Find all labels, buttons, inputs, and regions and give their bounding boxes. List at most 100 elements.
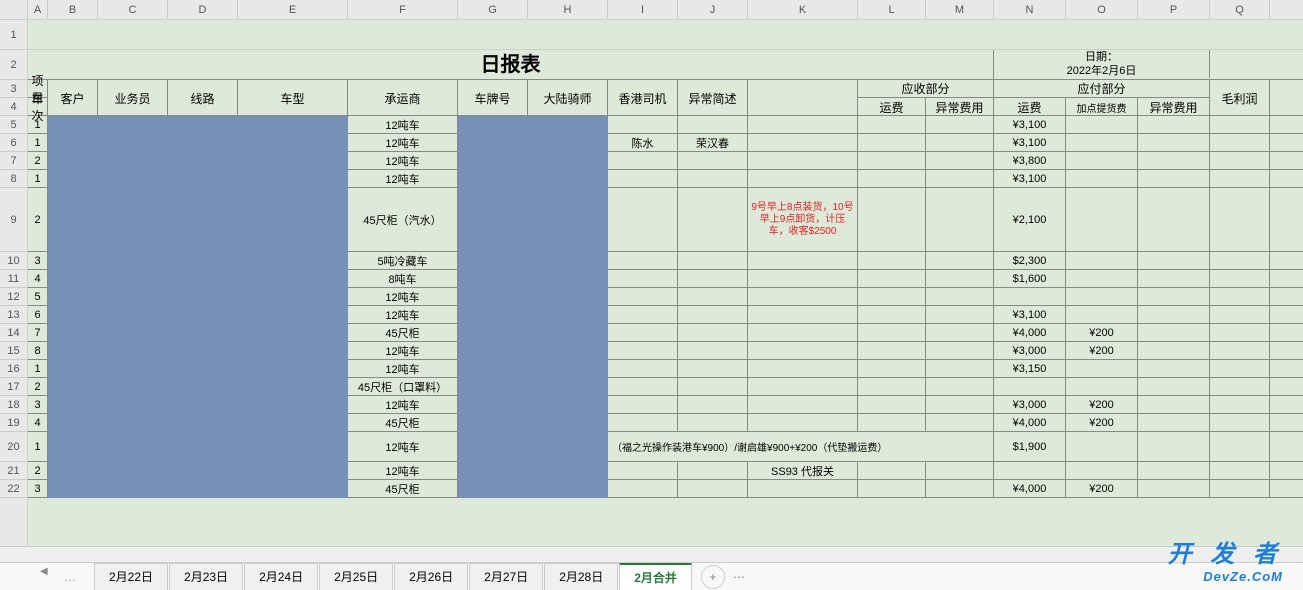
cell[interactable] — [1138, 134, 1210, 151]
cell[interactable] — [608, 414, 678, 431]
cell[interactable] — [608, 270, 678, 287]
cell[interactable] — [1138, 306, 1210, 323]
cell[interactable]: 12吨车 — [348, 134, 458, 151]
cell[interactable]: 2 — [28, 378, 48, 395]
cell[interactable] — [608, 306, 678, 323]
cell[interactable]: 8吨车 — [348, 270, 458, 287]
cell[interactable] — [748, 480, 858, 497]
sheet-tab[interactable]: 2月22日 — [94, 563, 168, 590]
cell[interactable] — [1210, 306, 1270, 323]
cell[interactable]: 5 — [28, 288, 48, 305]
row-header-4[interactable]: 4 — [0, 98, 27, 116]
cell[interactable]: ¥4,000 — [994, 480, 1066, 497]
cell[interactable] — [1138, 288, 1210, 305]
cell[interactable] — [748, 116, 858, 133]
cell[interactable] — [1210, 270, 1270, 287]
row-header-13[interactable]: 13 — [0, 306, 27, 324]
cell[interactable] — [858, 306, 926, 323]
h-plate[interactable]: 车牌号 — [458, 80, 528, 116]
h-profit[interactable]: 毛利润 — [1210, 80, 1270, 116]
cell[interactable] — [858, 462, 926, 479]
cell[interactable] — [858, 170, 926, 187]
cell[interactable] — [1066, 378, 1138, 395]
cell[interactable] — [926, 170, 994, 187]
cell[interactable] — [678, 152, 748, 169]
col-header-O[interactable]: O — [1066, 0, 1138, 19]
cell[interactable]: ¥3,100 — [994, 306, 1066, 323]
cell[interactable] — [858, 188, 926, 251]
cell[interactable]: 2 — [28, 462, 48, 479]
cell[interactable] — [994, 378, 1066, 395]
h-rec-freight[interactable]: 运费 — [858, 98, 926, 116]
cell[interactable] — [748, 306, 858, 323]
cell[interactable] — [926, 188, 994, 251]
cell[interactable] — [858, 134, 926, 151]
row-1[interactable] — [28, 20, 1303, 50]
col-header-D[interactable]: D — [168, 0, 238, 19]
cell[interactable] — [608, 360, 678, 377]
cell[interactable]: 12吨车 — [348, 116, 458, 133]
cell[interactable] — [1210, 360, 1270, 377]
cell[interactable] — [1066, 170, 1138, 187]
cell[interactable] — [608, 378, 678, 395]
cell[interactable] — [1066, 288, 1138, 305]
row-header-5[interactable]: 5 — [0, 116, 27, 134]
cell[interactable]: 1 — [28, 432, 48, 461]
cell[interactable] — [1066, 432, 1138, 461]
cell[interactable]: 12吨车 — [348, 152, 458, 169]
cell[interactable] — [1138, 462, 1210, 479]
cell[interactable] — [678, 306, 748, 323]
cell[interactable]: 9号早上8点装货，10号早上9点卸货，计压车，收客$2500 — [748, 188, 858, 251]
h-receivable[interactable]: 应收部分 — [858, 80, 994, 98]
col-header-P[interactable]: P — [1138, 0, 1210, 19]
cell[interactable] — [608, 152, 678, 169]
cell[interactable]: 12吨车 — [348, 432, 458, 461]
cell[interactable]: （福之光操作装港车¥900）/谢启雄¥900+¥200（代垫搬运费） — [608, 432, 994, 461]
cell[interactable] — [858, 324, 926, 341]
cell[interactable] — [1210, 462, 1270, 479]
cell[interactable]: 5吨冷藏车 — [348, 252, 458, 269]
cell[interactable]: 陈水 — [608, 134, 678, 151]
cell[interactable]: ¥3,000 — [994, 396, 1066, 413]
cell[interactable] — [1210, 152, 1270, 169]
cell[interactable] — [1210, 252, 1270, 269]
cell[interactable] — [678, 462, 748, 479]
cell[interactable] — [858, 288, 926, 305]
row-header-14[interactable]: 14 — [0, 324, 27, 342]
h-rec-abn[interactable]: 异常费用 — [926, 98, 994, 116]
row-header-10[interactable]: 10 — [0, 252, 27, 270]
row-header-17[interactable]: 17 — [0, 378, 27, 396]
cell[interactable]: ¥3,100 — [994, 134, 1066, 151]
cell[interactable] — [858, 252, 926, 269]
cell[interactable]: 3 — [28, 252, 48, 269]
row-header-20[interactable]: 20 — [0, 432, 27, 462]
row-header-3[interactable]: 3 — [0, 80, 27, 98]
row-header-19[interactable]: 19 — [0, 414, 27, 432]
h-carrier[interactable]: 承运商 — [348, 80, 458, 116]
cell[interactable]: 45尺柜（口罩料） — [348, 378, 458, 395]
cell[interactable] — [748, 360, 858, 377]
cell[interactable] — [1138, 378, 1210, 395]
cell[interactable]: ¥3,150 — [994, 360, 1066, 377]
add-sheet-button[interactable]: + — [701, 565, 725, 589]
cell[interactable] — [1066, 152, 1138, 169]
cell[interactable] — [748, 134, 858, 151]
h-exception[interactable]: 异常简述 — [678, 80, 748, 116]
cell[interactable] — [748, 396, 858, 413]
cell[interactable] — [1138, 414, 1210, 431]
col-header-H[interactable]: H — [528, 0, 608, 19]
cell[interactable] — [1066, 462, 1138, 479]
cell[interactable] — [1138, 432, 1210, 461]
cell[interactable] — [1210, 432, 1270, 461]
cell[interactable]: ¥200 — [1066, 324, 1138, 341]
cell[interactable] — [1138, 270, 1210, 287]
cell[interactable] — [858, 360, 926, 377]
cell[interactable] — [926, 270, 994, 287]
cell[interactable] — [1066, 116, 1138, 133]
cell[interactable] — [1138, 152, 1210, 169]
cell[interactable] — [1210, 188, 1270, 251]
cell[interactable] — [926, 288, 994, 305]
cell[interactable] — [1066, 270, 1138, 287]
sheet-tab[interactable]: 2月26日 — [394, 563, 468, 590]
cell[interactable] — [1138, 342, 1210, 359]
